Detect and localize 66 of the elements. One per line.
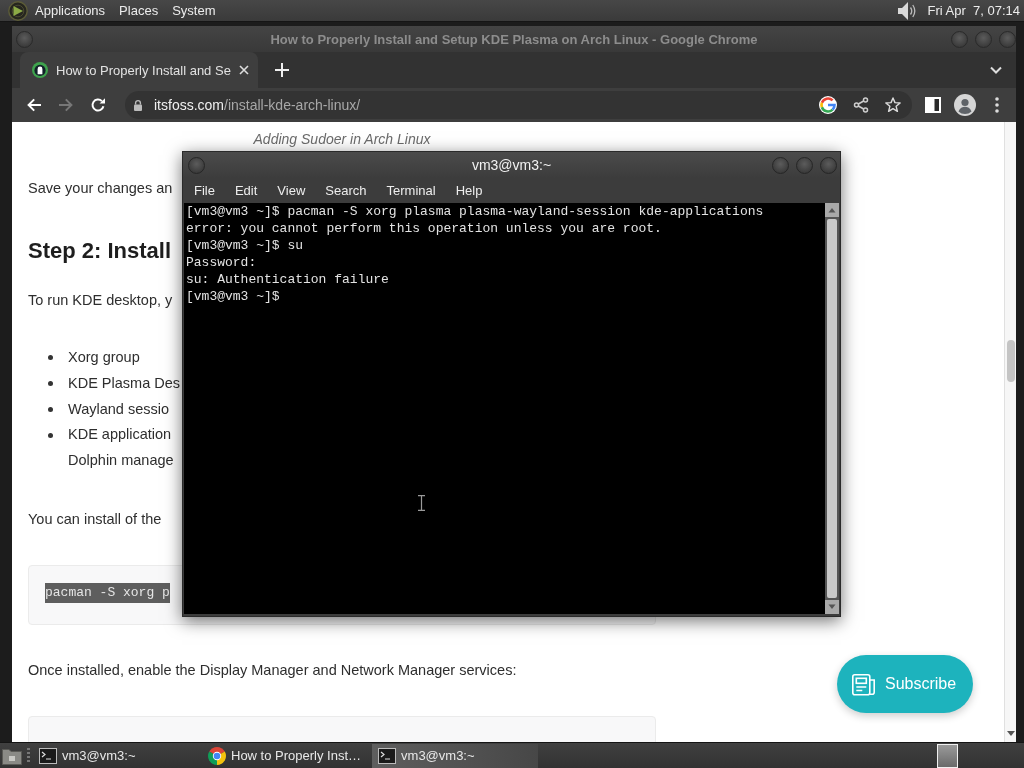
taskbar-button[interactable]: vm3@vm3:~	[372, 743, 539, 768]
close-icon[interactable]	[238, 65, 249, 75]
menu-item[interactable]: File	[184, 178, 225, 203]
panel-menu[interactable]: Places	[112, 0, 166, 21]
bullet-icon	[48, 381, 53, 387]
side-panel-icon[interactable]	[925, 97, 941, 113]
menu-item[interactable]: Terminal	[376, 178, 446, 203]
terminal-icon	[378, 747, 397, 764]
folder-icon[interactable]	[2, 746, 22, 765]
terminal-line: error: you cannot perform this operation unless you are root.	[186, 220, 663, 237]
scrollbar[interactable]	[825, 203, 839, 614]
paragraph: Once installed, enable the Display Manager and Network Manager services:	[28, 660, 517, 680]
terminal-line: Password:	[186, 254, 258, 271]
scrollbar-thumb[interactable]	[827, 219, 837, 598]
chevron-down-icon[interactable]	[990, 66, 1002, 74]
code-text: pacman -S xorg p	[45, 582, 170, 603]
star-icon[interactable]	[885, 97, 901, 113]
reload-icon[interactable]	[90, 97, 106, 113]
window-title: How to Properly Install and Setup KDE Plasma on Arch Linux - Google Chrome	[270, 31, 758, 47]
favicon-icon	[32, 62, 48, 78]
avatar-icon[interactable]	[954, 94, 976, 116]
terminal-line: su: Authentication failure	[186, 271, 390, 288]
terminal-line: [vm3@vm3 ~]$	[186, 288, 281, 305]
bullet-icon	[48, 355, 53, 361]
logo-icon[interactable]	[8, 0, 28, 21]
list-item: Wayland sessio	[68, 399, 169, 419]
paragraph: To run KDE desktop, y	[28, 291, 173, 310]
menu-item[interactable]: Help	[445, 178, 493, 203]
plus-icon[interactable]	[274, 63, 289, 77]
menu-item[interactable]: View	[267, 178, 316, 203]
scrollbar[interactable]	[1004, 122, 1016, 742]
newspaper-icon	[852, 672, 876, 696]
image-caption: Adding Sudoer in Arch Linux	[253, 131, 431, 147]
list-item: KDE application Dolphin manage	[68, 425, 174, 470]
speaker-icon[interactable]	[897, 0, 916, 21]
section-heading: Step 2: Install	[28, 237, 172, 265]
panel-menu[interactable]: Applications	[28, 0, 113, 21]
scrollbar-thumb[interactable]	[1006, 340, 1015, 382]
address-bar[interactable]: itsfoss.com/install-kde-arch-linux/	[125, 91, 912, 119]
browser-logo-icon	[208, 746, 226, 765]
paragraph: You can install of the	[28, 509, 162, 529]
list-item: Xorg group	[68, 348, 140, 367]
more-menu-icon[interactable]	[995, 97, 999, 113]
drag-handle[interactable]	[27, 747, 30, 764]
bullet-icon	[48, 406, 53, 412]
window-title: vm3@vm3:~	[471, 157, 552, 173]
clock[interactable]: Fri Apr 7, 07:14	[927, 3, 1020, 18]
browser-tab[interactable]: How to Properly Install and Se	[20, 52, 258, 88]
share-icon[interactable]	[853, 97, 869, 113]
terminal-icon	[39, 747, 57, 764]
scroll-down-arrow-icon[interactable]	[1006, 731, 1015, 736]
panel-menu[interactable]: System	[165, 0, 223, 21]
paragraph: Save your changes an	[28, 179, 173, 198]
i-beam-pointer-icon	[418, 495, 425, 511]
workspace-switcher[interactable]	[937, 743, 958, 768]
terminal-line: [vm3@vm3 ~]$ pacman -S xorg plasma plasma-wayland-session kde-applications	[186, 203, 765, 220]
lock-icon[interactable]	[133, 99, 143, 111]
list-item: KDE Plasma Des	[68, 373, 180, 393]
g-logo-icon[interactable]	[819, 96, 837, 114]
back-arrow-icon[interactable]	[26, 97, 42, 113]
bullet-icon	[48, 432, 53, 438]
terminal-line: [vm3@vm3 ~]$ su	[186, 237, 305, 254]
taskbar-button[interactable]: How to Properly Inst…	[202, 743, 370, 768]
taskbar-button[interactable]: vm3@vm3:~	[33, 743, 199, 768]
menu-item[interactable]: Search	[315, 178, 377, 203]
menu-item[interactable]: Edit	[224, 178, 268, 203]
